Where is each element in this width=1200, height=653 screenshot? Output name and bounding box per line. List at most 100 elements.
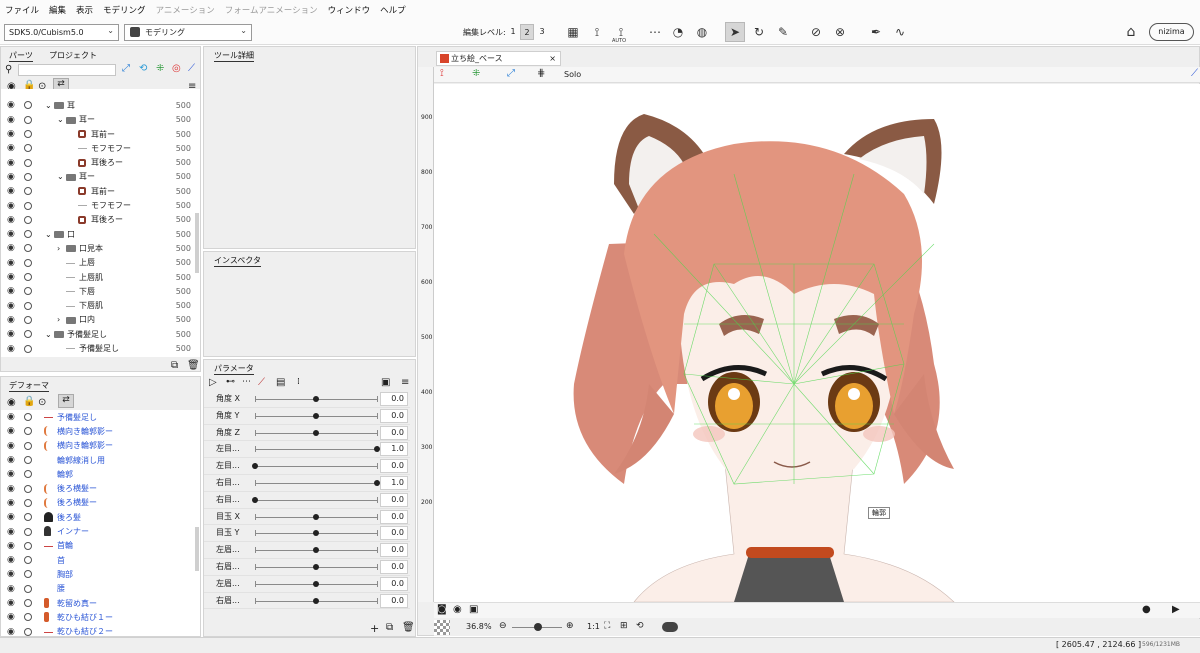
eye-icon[interactable]: ◉	[7, 569, 15, 579]
eye-icon[interactable]: ◉	[7, 186, 15, 196]
slider-knob[interactable]	[313, 547, 319, 554]
parts-row[interactable]: ◉ 下唇 500	[1, 284, 197, 298]
deformer-row[interactable]: ◉ インナー	[1, 524, 197, 538]
actual-size-button[interactable]: 1:1	[587, 622, 600, 631]
menu-help[interactable]: ヘルプ	[380, 4, 406, 16]
pin-icon[interactable]: ⟋	[1191, 68, 1198, 79]
select-ring[interactable]	[24, 301, 32, 310]
select-ring[interactable]	[24, 330, 32, 339]
slider-knob[interactable]	[313, 513, 319, 520]
zoom-slider-knob[interactable]	[534, 623, 542, 631]
slider-knob[interactable]	[313, 429, 319, 436]
menu-form-animation[interactable]: フォームアニメーション	[225, 4, 318, 16]
deformer-row[interactable]: ◉ 輪郭線消し用	[1, 453, 197, 467]
play-circle-icon[interactable]: ▷	[209, 377, 217, 388]
link-icon[interactable]: ⟲	[139, 63, 147, 74]
unlink-icon[interactable]: ⟋	[258, 377, 265, 388]
add-icon[interactable]: +	[370, 622, 379, 635]
eye-icon[interactable]: ◉	[7, 426, 15, 436]
menu-icon[interactable]: ≡	[401, 377, 409, 388]
parts-row[interactable]: ◉ モフモフー 500	[1, 141, 197, 155]
expand-icon[interactable]: ⤢	[122, 63, 130, 74]
slider-knob[interactable]	[313, 412, 319, 419]
parameter-value[interactable]: 0.0	[380, 560, 408, 574]
select-ring[interactable]	[24, 344, 32, 353]
auto-generate-icon[interactable]: ⟟ AUTO	[611, 22, 631, 45]
link-two-icon[interactable]: ⊷	[226, 377, 235, 387]
record-toggle-icon[interactable]: ●	[1142, 604, 1151, 615]
eye-icon[interactable]: ◉	[7, 527, 15, 537]
mesh-edit-icon[interactable]: ▦	[563, 22, 583, 42]
deformer-row[interactable]: ◉ 横向き輪郭影ー	[1, 424, 197, 438]
tab-project[interactable]: プロジェクト	[49, 50, 97, 61]
lasso-icon[interactable]: ↻	[749, 22, 769, 42]
parts-row[interactable]: ◉ ⌄ 予備髪足し 500	[1, 327, 197, 341]
select-ring[interactable]	[24, 484, 32, 493]
parts-row[interactable]: ◉ ⌄ 耳ー 500	[1, 170, 197, 184]
select-ring[interactable]	[24, 158, 32, 167]
glue-tool-icon[interactable]: ◍	[692, 22, 712, 42]
slider-knob[interactable]	[313, 396, 319, 402]
close-icon[interactable]: ×	[549, 52, 556, 65]
parts-row[interactable]: ◉ 下唇肌 500	[1, 299, 197, 313]
deformer-row[interactable]: ◉ 横向き輪郭影ー	[1, 439, 197, 453]
brush-select-icon[interactable]: ✎	[773, 22, 793, 42]
select-ring[interactable]	[24, 244, 32, 253]
select-ring[interactable]	[24, 556, 32, 565]
select-ring[interactable]	[24, 498, 32, 507]
parameter-slider[interactable]	[255, 449, 377, 451]
camera-icon[interactable]: ◙	[437, 604, 447, 615]
parts-scrollbar[interactable]	[195, 213, 199, 273]
eye-icon[interactable]: ◉	[7, 455, 15, 465]
grid-icon[interactable]: ⁜	[472, 68, 480, 79]
select-ring[interactable]	[24, 599, 32, 608]
zoom-in-icon[interactable]: ⊕	[566, 621, 574, 631]
eye-icon[interactable]: ◉	[7, 215, 15, 225]
filter-icon[interactable]: ⚲	[5, 64, 12, 75]
record-icon[interactable]: ▣	[469, 604, 478, 615]
select-ring[interactable]	[24, 315, 32, 324]
parameter-value[interactable]: 0.0	[380, 593, 408, 608]
select-ring[interactable]	[24, 287, 32, 296]
eye-icon[interactable]: ◉	[7, 584, 15, 594]
deformer-row[interactable]: ◉ 乾ひも結び２ー	[1, 625, 197, 636]
eye-icon[interactable]: ◉	[7, 441, 15, 451]
slider-knob[interactable]	[313, 564, 319, 570]
parts-search-input[interactable]	[18, 64, 116, 76]
flip-icon[interactable]: ⟲	[636, 621, 644, 631]
sdk-version-select[interactable]: SDK5.0/Cubism5.0 ⌄	[4, 24, 119, 41]
select-ring[interactable]	[24, 130, 32, 139]
home-icon[interactable]: ⌂	[1121, 22, 1141, 42]
link-three-icon[interactable]: ⋯	[242, 377, 251, 387]
target-icon[interactable]: ◎	[172, 63, 181, 74]
parameter-row[interactable]: 右目... 1.0	[204, 475, 410, 492]
parameter-row[interactable]: 右眉... 0.0	[204, 593, 410, 610]
parameter-slider[interactable]	[255, 466, 377, 468]
menu-window[interactable]: ウィンドウ	[328, 4, 371, 16]
slider-knob[interactable]	[252, 496, 258, 503]
deform-tool-icon[interactable]: ⊗	[830, 22, 850, 42]
model-canvas[interactable]: 輪郭	[434, 84, 1200, 602]
zoom-out-icon[interactable]: ⊖	[499, 621, 507, 631]
center-icon[interactable]: ⊞	[620, 621, 628, 631]
eye-icon[interactable]: ◉	[7, 129, 15, 139]
duplicate-icon[interactable]: ⧉	[171, 360, 178, 371]
capture-icon[interactable]: ◉	[453, 604, 462, 615]
toggle-switch[interactable]	[662, 622, 678, 632]
lock-icon[interactable]: 🔒	[23, 396, 35, 407]
edit-level-2[interactable]: 2	[520, 24, 534, 40]
parameter-row[interactable]: 角度 Y 0.0	[204, 408, 410, 425]
parameter-value[interactable]: 0.0	[380, 543, 408, 558]
chevron-down-icon[interactable]: ⌄	[57, 172, 64, 181]
select-ring[interactable]	[24, 613, 32, 622]
eye-icon[interactable]: ◉	[7, 627, 15, 636]
trash-icon[interactable]: 🗑	[402, 622, 415, 633]
select-ring[interactable]	[24, 115, 32, 124]
menu-view[interactable]: 表示	[76, 4, 93, 16]
mesh-display-icon[interactable]: ⟟	[440, 68, 444, 79]
pin-icon[interactable]: ⟋	[188, 63, 195, 74]
chevron-down-icon[interactable]: ⌄	[45, 101, 52, 110]
select-ring[interactable]	[24, 187, 32, 196]
parts-row[interactable]: ◉ › 口内 500	[1, 313, 197, 327]
parameter-row[interactable]: 右目... 0.0	[204, 492, 410, 509]
